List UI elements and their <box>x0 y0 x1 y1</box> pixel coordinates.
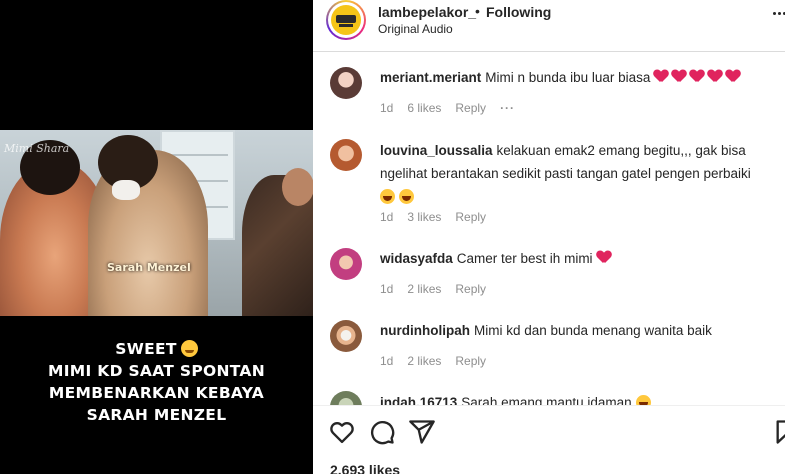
laughing-face-icon <box>635 395 651 405</box>
comments-list[interactable]: meriant.meriant Mimi n bunda ibu luar bia… <box>313 53 785 405</box>
comment-likes[interactable]: 2 likes <box>407 354 441 368</box>
comment-time: 1d <box>380 101 394 115</box>
video-name-tag: Sarah Menzel <box>107 261 191 274</box>
reply-button[interactable]: Reply <box>455 210 486 224</box>
comment-username[interactable]: indah.16713 <box>380 395 457 405</box>
red-heart-icon <box>726 70 740 83</box>
red-heart-icon <box>654 70 668 83</box>
heart-icon[interactable] <box>328 418 356 446</box>
comment-text: Mimi kd dan bunda menang wanita baik <box>474 323 712 338</box>
avatar[interactable] <box>330 391 362 405</box>
caption-line-4: SARAH MENZEL <box>86 406 227 424</box>
comment-username[interactable]: meriant.meriant <box>380 70 481 85</box>
comment-likes[interactable]: 3 likes <box>407 210 441 224</box>
comment-options-icon[interactable]: ··· <box>500 101 515 115</box>
header-separator: • <box>475 3 480 19</box>
comment-username[interactable]: louvina_loussalia <box>380 143 493 158</box>
comment-time: 1d <box>380 354 394 368</box>
reply-button[interactable]: Reply <box>455 101 486 115</box>
video-watermark: Mimi Shara <box>4 142 70 155</box>
author-avatar[interactable] <box>326 0 366 40</box>
comment-time: 1d <box>380 210 394 224</box>
laughing-face-icon <box>399 189 414 204</box>
audio-link[interactable]: Original Audio <box>378 22 453 36</box>
comment-time: 1d <box>380 282 394 296</box>
post-header: lambepelakor_ • Following Original Audio <box>313 0 785 52</box>
post-side-panel: lambepelakor_ • Following Original Audio… <box>313 0 785 474</box>
avatar[interactable] <box>330 139 362 171</box>
comment-username[interactable]: widasyafda <box>380 251 453 266</box>
caption-line-2: MIMI KD SAAT SPONTAN <box>48 362 265 380</box>
caption-line-3: MEMBENARKAN KEBAYA <box>48 384 265 402</box>
avatar[interactable] <box>330 320 362 352</box>
comment-text: Camer ter best ih mimi <box>456 251 593 266</box>
comment-icon[interactable] <box>368 418 396 446</box>
red-heart-icon <box>708 70 722 83</box>
smiling-face-hearts-icon <box>180 340 198 357</box>
comment-text: Sarah emang mantu idaman <box>461 395 632 405</box>
avatar[interactable] <box>330 248 362 280</box>
author-username[interactable]: lambepelakor_ <box>378 4 476 20</box>
red-heart-icon <box>597 251 611 264</box>
reply-button[interactable]: Reply <box>455 354 486 368</box>
comment-username[interactable]: nurdinholipah <box>380 323 470 338</box>
following-button[interactable]: Following <box>486 4 551 20</box>
video-frame[interactable]: Mimi Shara Sarah Menzel <box>0 130 313 316</box>
avatar[interactable] <box>330 67 362 99</box>
comment-text: Mimi n bunda ibu luar biasa <box>485 70 651 85</box>
video-caption: SWEET MIMI KD SAAT SPONTAN MEMBENARKAN K… <box>0 338 313 426</box>
laughing-face-icon <box>380 189 395 204</box>
face-mask <box>112 180 140 200</box>
likes-count[interactable]: 2,693 likes <box>330 462 400 474</box>
red-heart-icon <box>672 70 686 83</box>
reply-button[interactable]: Reply <box>455 282 486 296</box>
caption-line-1: SWEET <box>115 340 177 358</box>
post-media[interactable]: Mimi Shara Sarah Menzel SWEET MIMI KD SA… <box>0 0 313 474</box>
share-icon[interactable] <box>408 418 436 446</box>
more-options-icon[interactable] <box>773 12 785 16</box>
section-divider <box>313 405 785 406</box>
bookmark-icon[interactable] <box>773 418 785 446</box>
comment-likes[interactable]: 6 likes <box>407 101 441 115</box>
action-bar <box>313 418 785 450</box>
brand-logo-icon <box>331 5 361 35</box>
comment-likes[interactable]: 2 likes <box>407 282 441 296</box>
red-heart-icon <box>690 70 704 83</box>
